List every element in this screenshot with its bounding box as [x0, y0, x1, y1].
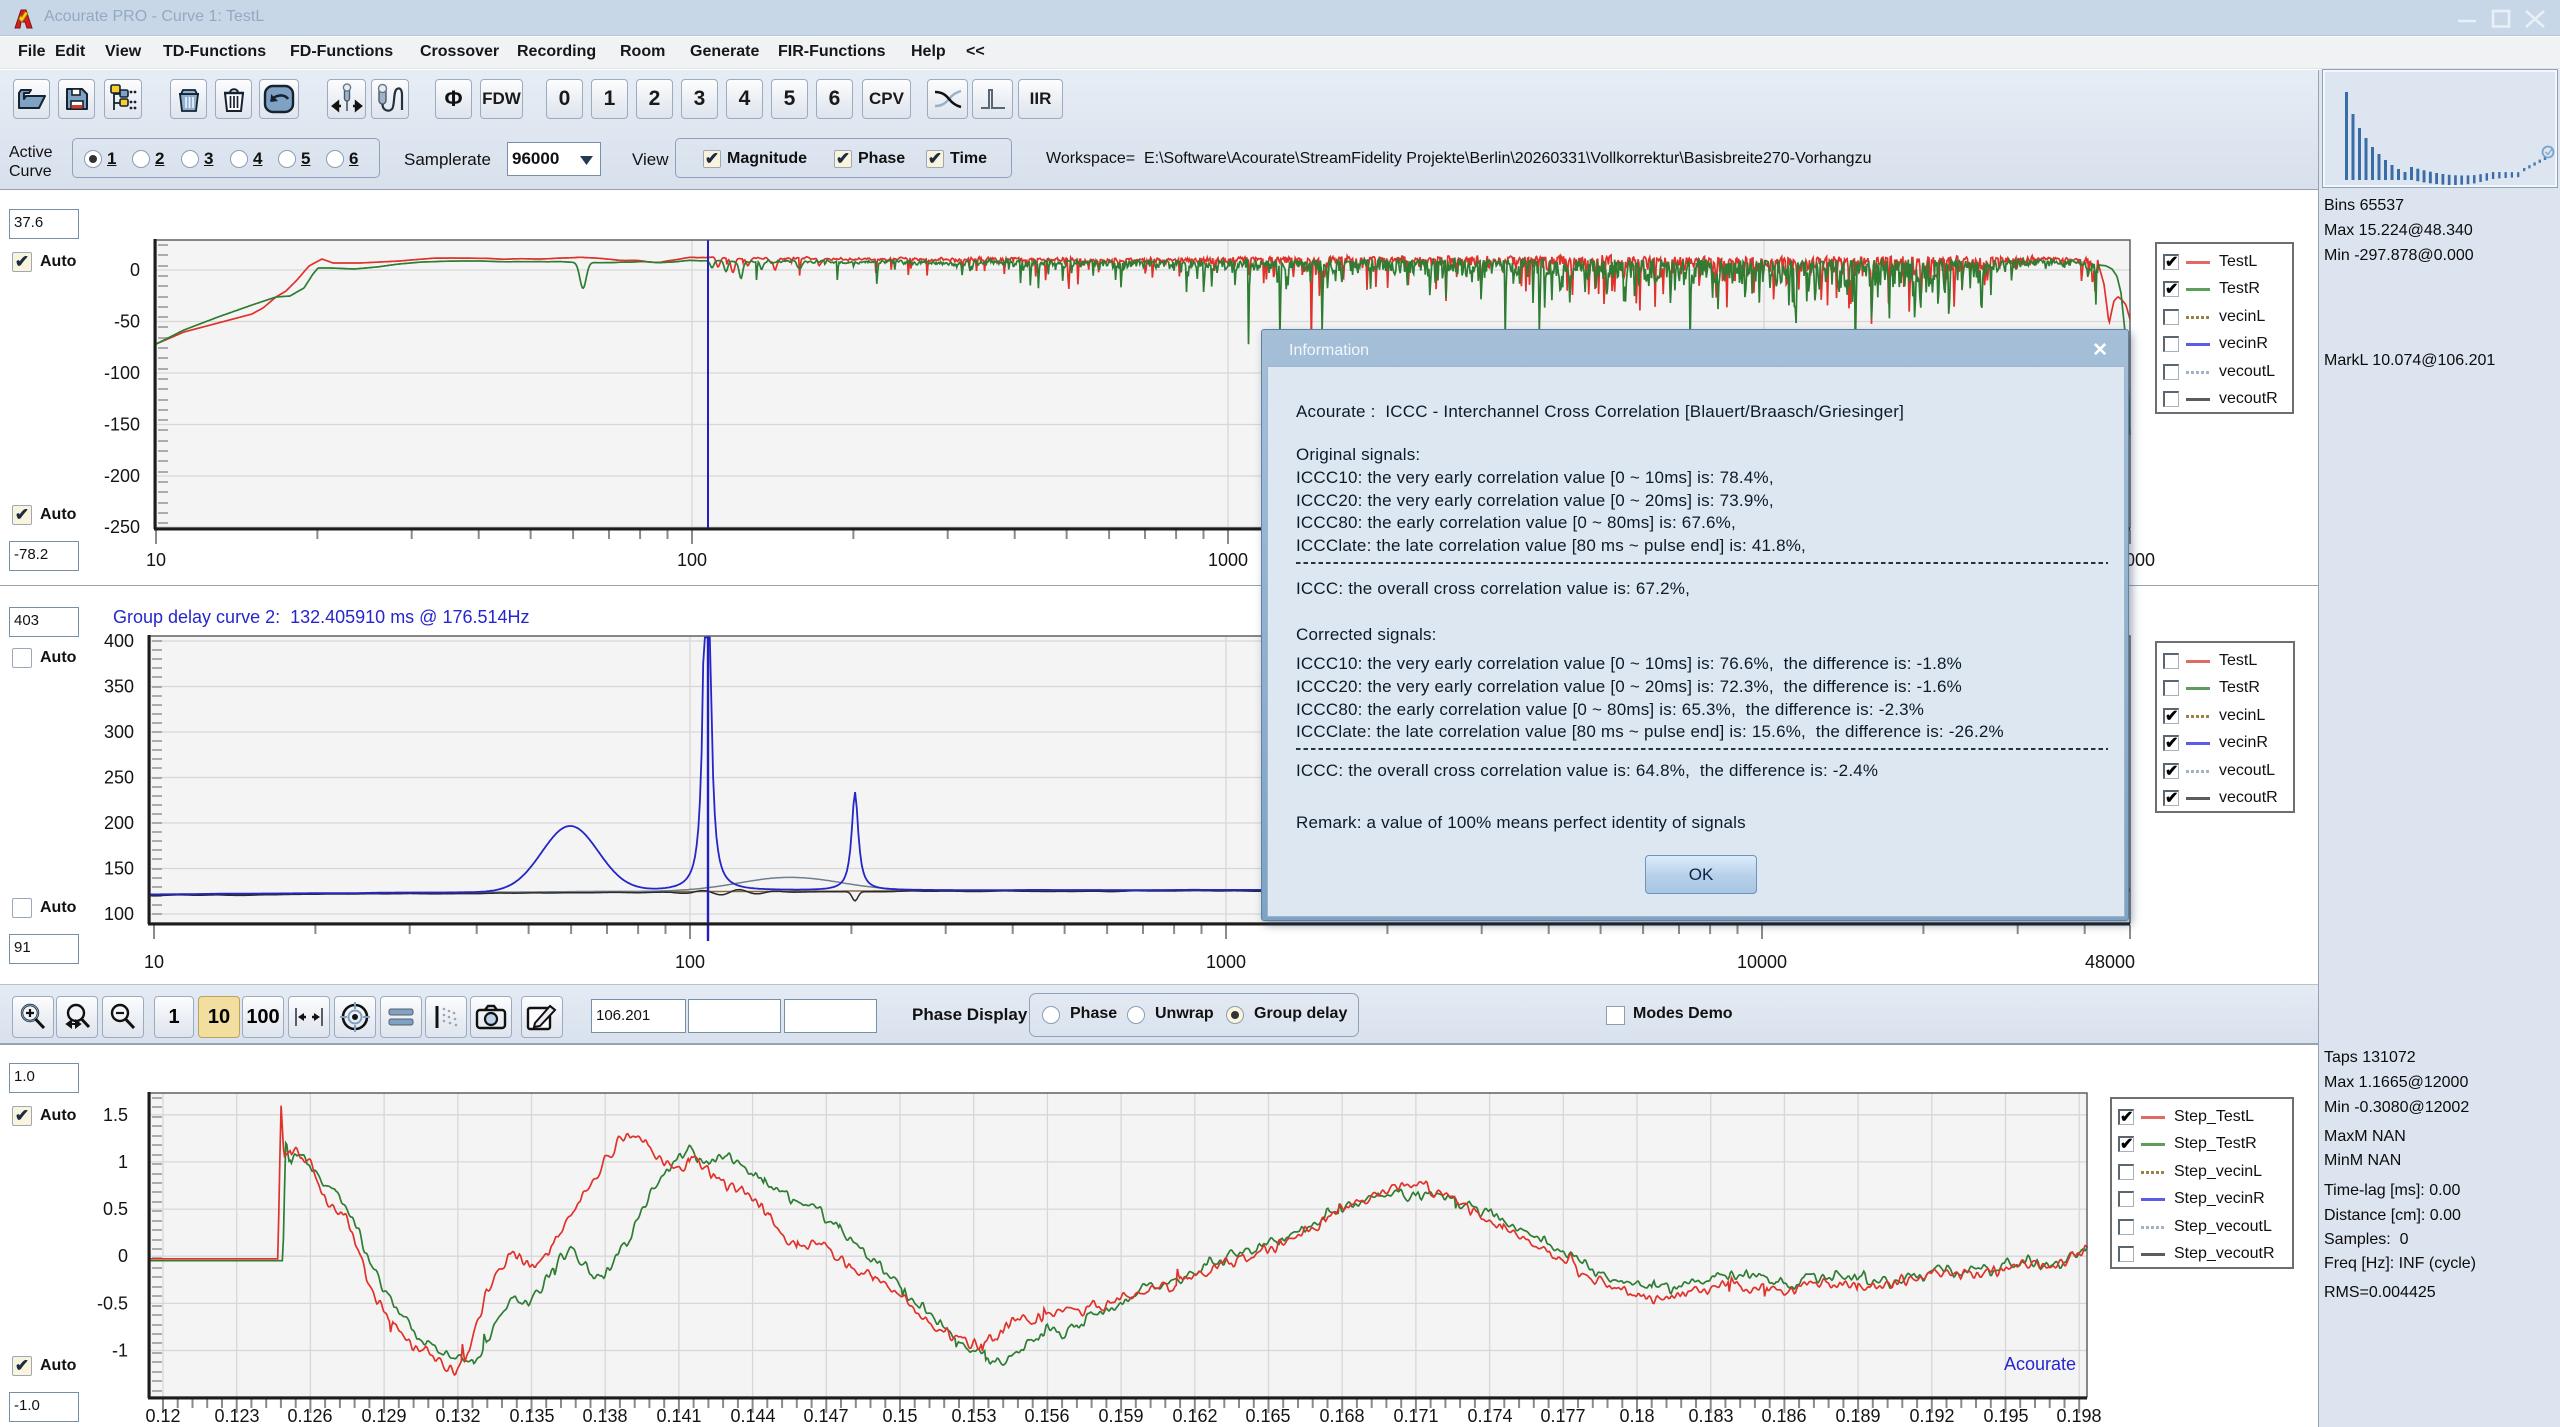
svg-text:0.168: 0.168 — [1319, 1406, 1364, 1426]
svg-text:250: 250 — [104, 768, 134, 788]
svg-text:0.162: 0.162 — [1172, 1406, 1217, 1426]
svg-text:0.126: 0.126 — [287, 1406, 332, 1426]
svg-text:0.177: 0.177 — [1540, 1406, 1585, 1426]
svg-text:0.12: 0.12 — [145, 1406, 180, 1426]
svg-text:0: 0 — [118, 1246, 128, 1266]
svg-text:400: 400 — [104, 631, 134, 651]
svg-text:0.189: 0.189 — [1835, 1406, 1880, 1426]
svg-text:200: 200 — [104, 813, 134, 833]
svg-text:1000: 1000 — [1206, 952, 1246, 972]
svg-text:0.5: 0.5 — [103, 1199, 128, 1219]
svg-text:0.198: 0.198 — [2056, 1406, 2101, 1426]
svg-text:0.144: 0.144 — [730, 1406, 775, 1426]
svg-text:10000: 10000 — [1737, 952, 1787, 972]
svg-text:0.192: 0.192 — [1909, 1406, 1954, 1426]
svg-text:100: 100 — [675, 952, 705, 972]
svg-text:0.171: 0.171 — [1393, 1406, 1438, 1426]
svg-text:0.132: 0.132 — [435, 1406, 480, 1426]
svg-text:0.135: 0.135 — [509, 1406, 554, 1426]
svg-text:0.15: 0.15 — [882, 1406, 917, 1426]
svg-text:0.141: 0.141 — [656, 1406, 701, 1426]
svg-text:0.18: 0.18 — [1619, 1406, 1654, 1426]
svg-text:0.129: 0.129 — [361, 1406, 406, 1426]
svg-text:0.174: 0.174 — [1467, 1406, 1512, 1426]
svg-text:150: 150 — [104, 859, 134, 879]
svg-text:100: 100 — [677, 550, 707, 570]
svg-text:0: 0 — [130, 260, 140, 280]
svg-text:0.195: 0.195 — [1983, 1406, 2028, 1426]
svg-text:1: 1 — [118, 1152, 128, 1172]
svg-text:0.138: 0.138 — [582, 1406, 627, 1426]
svg-text:1000: 1000 — [1208, 550, 1248, 570]
svg-text:10: 10 — [146, 550, 166, 570]
svg-text:350: 350 — [104, 677, 134, 697]
svg-text:1.5: 1.5 — [103, 1105, 128, 1125]
svg-text:0.147: 0.147 — [803, 1406, 848, 1426]
svg-text:0.183: 0.183 — [1688, 1406, 1733, 1426]
svg-text:-0.5: -0.5 — [97, 1293, 128, 1313]
svg-text:-150: -150 — [104, 415, 140, 435]
svg-text:0.159: 0.159 — [1098, 1406, 1143, 1426]
svg-text:-200: -200 — [104, 466, 140, 486]
svg-text:-100: -100 — [104, 363, 140, 383]
svg-text:0.165: 0.165 — [1245, 1406, 1290, 1426]
svg-text:Acourate: Acourate — [2004, 1354, 2076, 1374]
svg-text:100: 100 — [104, 904, 134, 924]
svg-text:0.123: 0.123 — [214, 1406, 259, 1426]
svg-text:-1: -1 — [112, 1341, 128, 1361]
svg-text:-250: -250 — [104, 517, 140, 537]
svg-text:300: 300 — [104, 722, 134, 742]
svg-text:10: 10 — [144, 952, 164, 972]
svg-text:0.153: 0.153 — [951, 1406, 996, 1426]
svg-text:0.186: 0.186 — [1761, 1406, 1806, 1426]
svg-text:-50: -50 — [114, 312, 140, 332]
svg-text:0.156: 0.156 — [1024, 1406, 1069, 1426]
svg-text:48000: 48000 — [2085, 952, 2135, 972]
